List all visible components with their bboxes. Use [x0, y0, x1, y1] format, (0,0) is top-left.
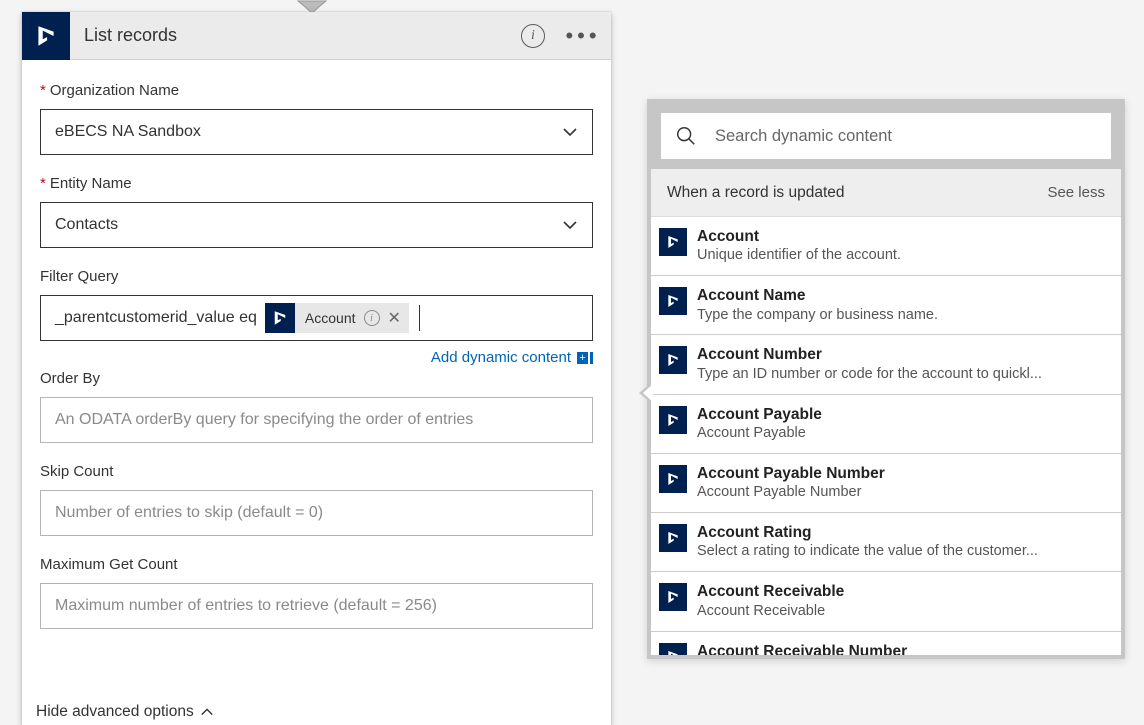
field-max-count: Maximum Get Count Maximum number of entr…	[40, 556, 593, 629]
org-value: eBECS NA Sandbox	[55, 123, 201, 141]
more-menu-icon[interactable]: •••	[563, 23, 603, 49]
item-text: AccountUnique identifier of the account.	[697, 227, 1109, 265]
entity-value: Contacts	[55, 216, 118, 234]
item-title: Account Payable Number	[697, 464, 1109, 483]
item-title: Account Number	[697, 345, 1109, 364]
dynamics-logo-icon	[659, 346, 687, 374]
dynamics-logo-icon	[659, 583, 687, 611]
org-label: * Organization Name	[40, 82, 593, 99]
dynamics-logo-icon	[659, 287, 687, 315]
field-entity-name: * Entity Name Contacts	[40, 175, 593, 248]
required-marker: *	[40, 175, 46, 192]
dynamics-logo-icon	[22, 12, 70, 60]
filter-text: _parentcustomerid_value eq	[55, 309, 257, 327]
dynamic-content-item[interactable]: Account Receivable Number	[651, 632, 1121, 655]
dynamic-content-item[interactable]: Account Payable NumberAccount Payable Nu…	[651, 454, 1121, 513]
section-title: When a record is updated	[667, 184, 845, 202]
item-text: Account Receivable Number	[697, 642, 1109, 655]
item-desc: Type an ID number or code for the accoun…	[697, 365, 1109, 384]
item-title: Account Payable	[697, 405, 1109, 424]
field-skip-count: Skip Count Number of entries to skip (de…	[40, 463, 593, 536]
hide-adv-label: Hide advanced options	[36, 703, 194, 721]
entity-select[interactable]: Contacts	[40, 202, 593, 248]
see-less-link[interactable]: See less	[1047, 184, 1105, 201]
orderby-label: Order By	[40, 370, 593, 387]
entity-label-text: Entity Name	[50, 175, 132, 192]
chevron-up-icon	[200, 705, 214, 719]
panel-search-wrap	[651, 103, 1121, 169]
card-header[interactable]: List records i •••	[22, 12, 611, 60]
search-input[interactable]	[713, 126, 1097, 147]
org-label-text: Organization Name	[50, 82, 179, 99]
item-desc: Account Receivable	[697, 602, 1109, 621]
skip-input[interactable]: Number of entries to skip (default = 0)	[40, 490, 593, 536]
required-marker: *	[40, 82, 46, 99]
info-icon[interactable]: i	[364, 310, 380, 326]
chevron-down-icon	[562, 217, 578, 233]
max-input[interactable]: Maximum number of entries to retrieve (d…	[40, 583, 593, 629]
orderby-placeholder: An ODATA orderBy query for specifying th…	[55, 411, 473, 429]
token-label: Account	[305, 310, 356, 326]
max-placeholder: Maximum number of entries to retrieve (d…	[55, 597, 437, 615]
dynamics-logo-icon	[265, 303, 295, 333]
chevron-down-icon	[562, 124, 578, 140]
dynamic-content-item[interactable]: Account RatingSelect a rating to indicat…	[651, 513, 1121, 572]
action-card-list-records: List records i ••• * Organization Name e…	[22, 12, 611, 725]
field-order-by: Order By An ODATA orderBy query for spec…	[40, 370, 593, 443]
dynamics-logo-icon	[659, 406, 687, 434]
item-text: Account NameType the company or business…	[697, 286, 1109, 324]
item-text: Account NumberType an ID number or code …	[697, 345, 1109, 383]
item-text: Account Payable NumberAccount Payable Nu…	[697, 464, 1109, 502]
max-label: Maximum Get Count	[40, 556, 593, 573]
card-body: * Organization Name eBECS NA Sandbox * E…	[22, 60, 611, 629]
item-desc: Account Payable Number	[697, 483, 1109, 502]
item-text: Account RatingSelect a rating to indicat…	[697, 523, 1109, 561]
dynamics-logo-icon	[659, 524, 687, 552]
info-icon[interactable]: i	[521, 24, 545, 48]
filter-input[interactable]: _parentcustomerid_value eq Account i ✕	[40, 295, 593, 341]
close-icon[interactable]: ✕	[388, 308, 401, 328]
search-icon	[675, 125, 697, 147]
org-select[interactable]: eBECS NA Sandbox	[40, 109, 593, 155]
dynamic-content-item[interactable]: Account NumberType an ID number or code …	[651, 335, 1121, 394]
dynamic-content-icon[interactable]: +	[577, 350, 593, 366]
skip-placeholder: Number of entries to skip (default = 0)	[55, 504, 323, 522]
dynamic-content-item[interactable]: AccountUnique identifier of the account.	[651, 217, 1121, 276]
search-box[interactable]	[661, 113, 1111, 159]
panel-list: When a record is updated See less Accoun…	[651, 169, 1121, 655]
panel-scroll-area: When a record is updated See less Accoun…	[651, 169, 1121, 655]
panel-nub-inner	[643, 384, 653, 402]
item-text: Account ReceivableAccount Receivable	[697, 582, 1109, 620]
hide-advanced-options-link[interactable]: Hide advanced options	[36, 703, 214, 721]
item-title: Account Name	[697, 286, 1109, 305]
filter-label: Filter Query	[40, 268, 593, 285]
dynamic-content-panel: When a record is updated See less Accoun…	[647, 99, 1125, 659]
panel-section-header: When a record is updated See less	[651, 169, 1121, 217]
skip-label: Skip Count	[40, 463, 593, 480]
card-title: List records	[70, 25, 521, 46]
item-title: Account Receivable	[697, 582, 1109, 601]
entity-label: * Entity Name	[40, 175, 593, 192]
dynamics-logo-icon	[659, 228, 687, 256]
item-desc: Select a rating to indicate the value of…	[697, 542, 1109, 561]
item-title: Account Rating	[697, 523, 1109, 542]
dynamic-content-item[interactable]: Account PayableAccount Payable	[651, 395, 1121, 454]
field-organization-name: * Organization Name eBECS NA Sandbox	[40, 82, 593, 155]
item-desc: Type the company or business name.	[697, 306, 1109, 325]
item-title: Account Receivable Number	[697, 642, 1109, 655]
dynamic-content-item[interactable]: Account NameType the company or business…	[651, 276, 1121, 335]
orderby-input[interactable]: An ODATA orderBy query for specifying th…	[40, 397, 593, 443]
add-dynamic-content-link[interactable]: Add dynamic content	[431, 349, 571, 366]
item-desc: Unique identifier of the account.	[697, 246, 1109, 265]
dynamics-logo-icon	[659, 465, 687, 493]
text-caret	[419, 305, 420, 331]
item-text: Account PayableAccount Payable	[697, 405, 1109, 443]
dynamics-logo-icon	[659, 643, 687, 655]
dynamic-content-item[interactable]: Account ReceivableAccount Receivable	[651, 572, 1121, 631]
field-filter-query: Filter Query _parentcustomerid_value eq …	[40, 268, 593, 366]
filter-token-account[interactable]: Account i ✕	[265, 303, 409, 333]
item-desc: Account Payable	[697, 424, 1109, 443]
item-title: Account	[697, 227, 1109, 246]
